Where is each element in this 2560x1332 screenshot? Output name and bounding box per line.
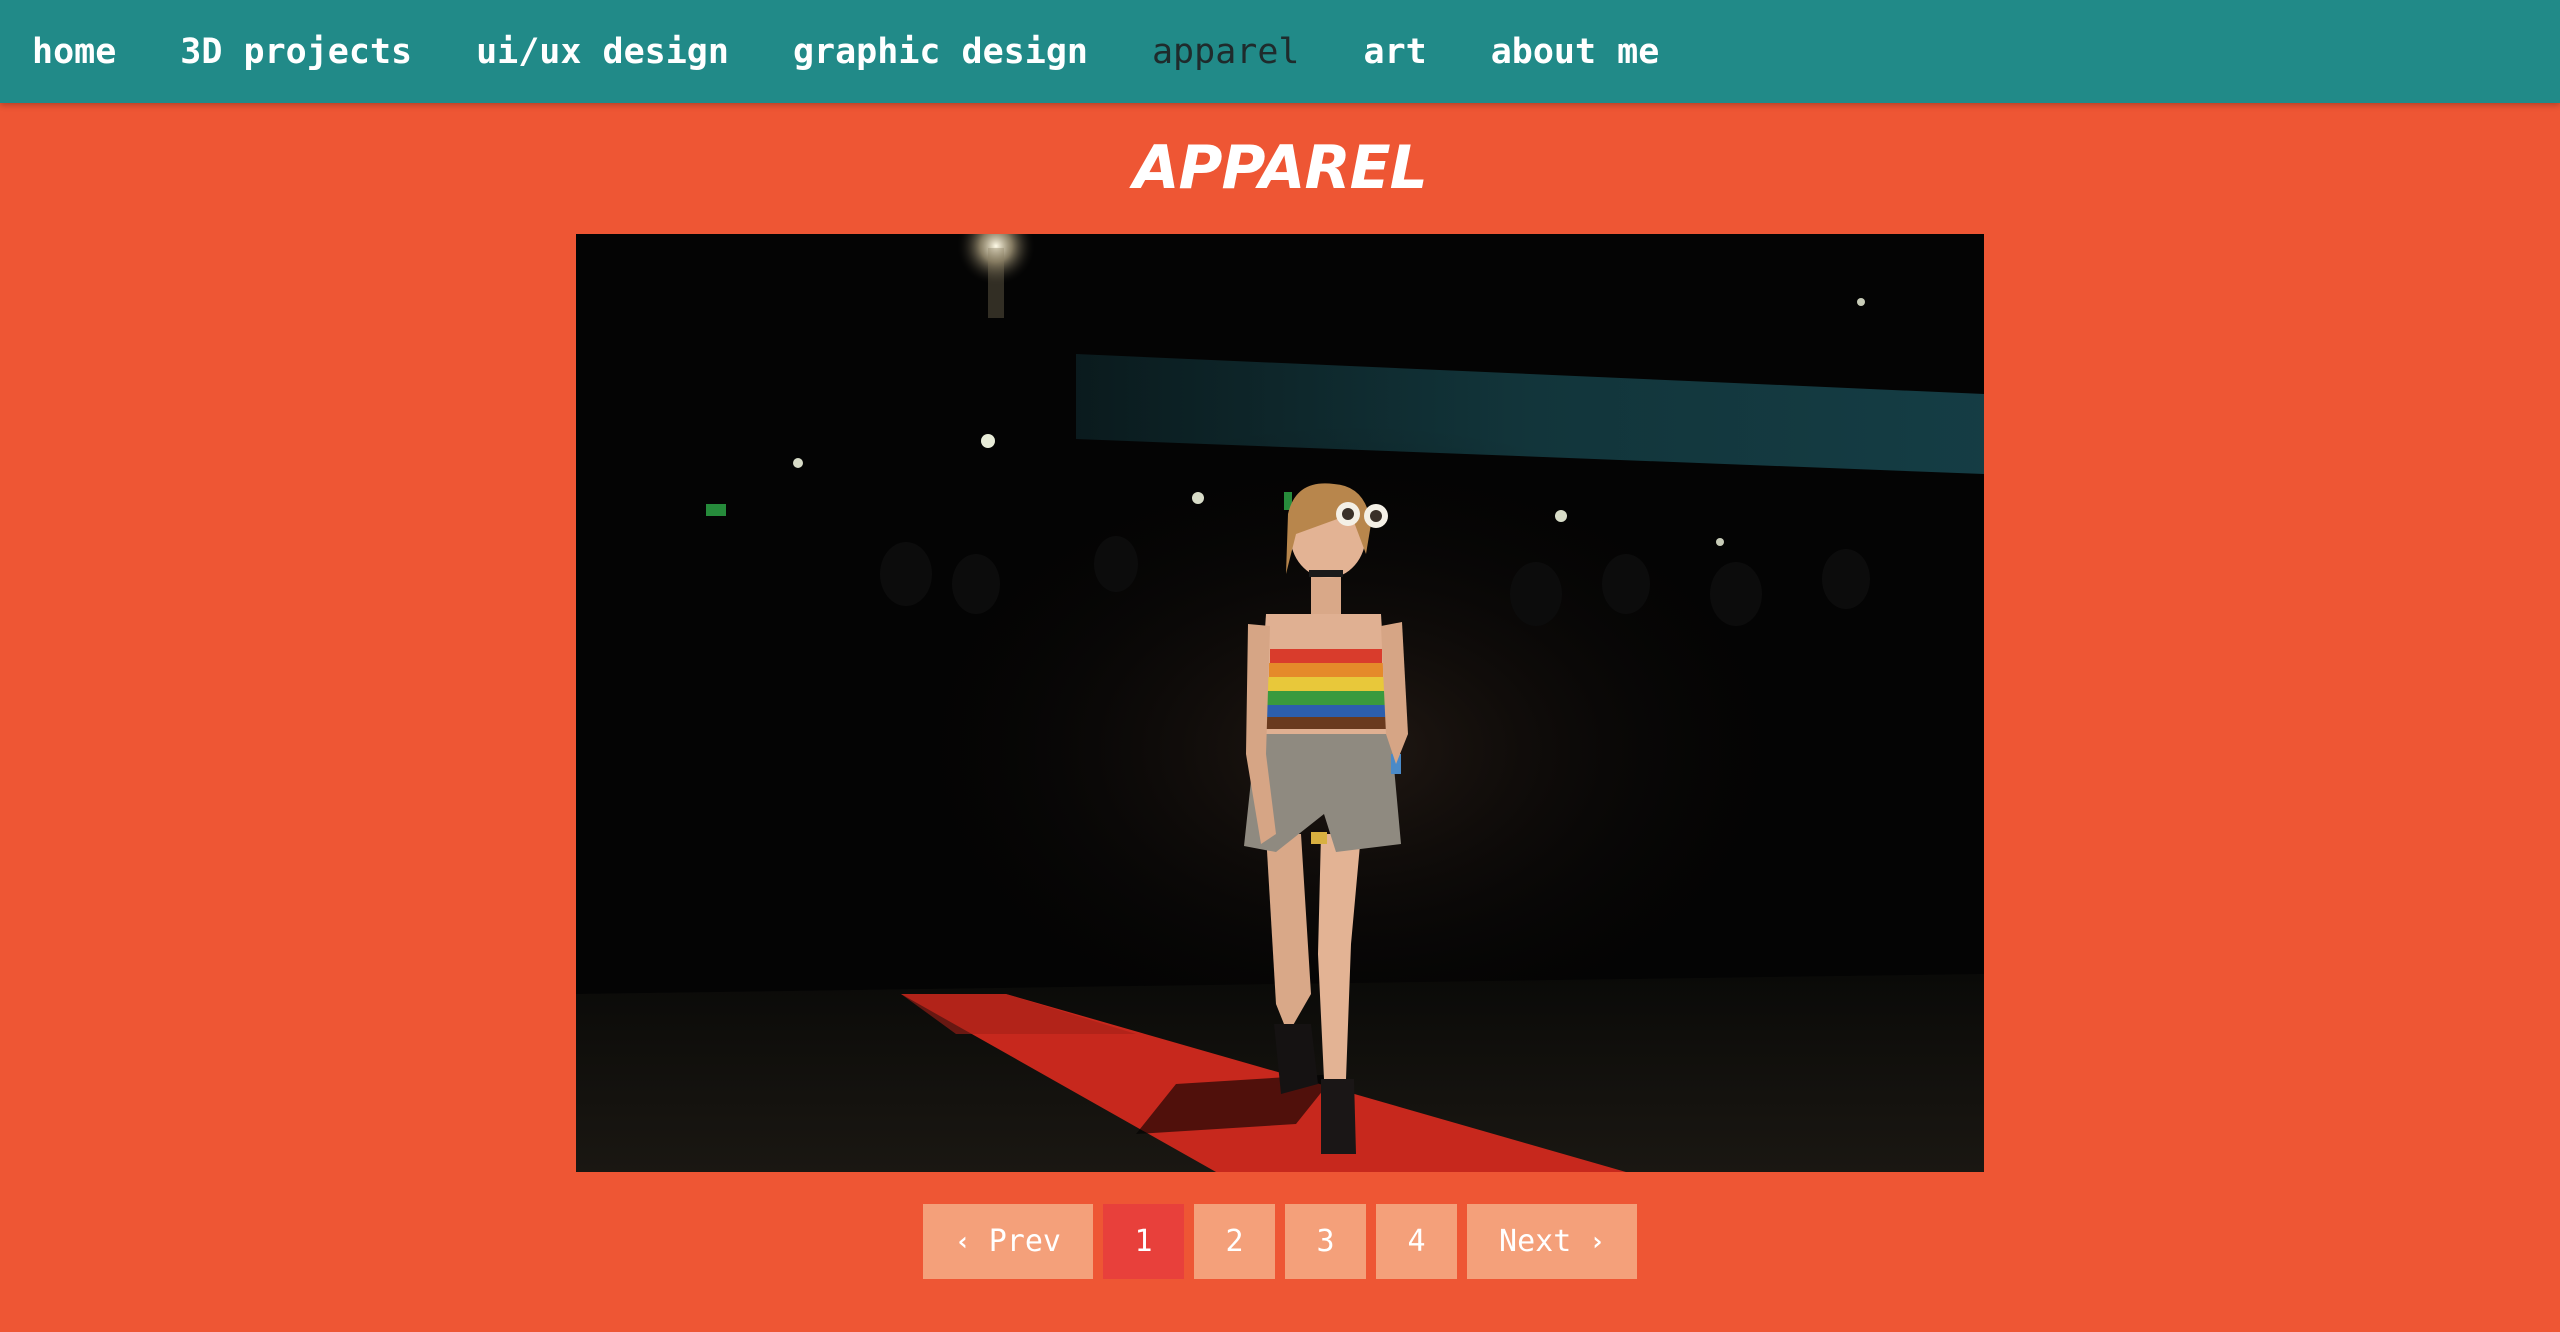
prev-label: Prev bbox=[988, 1224, 1061, 1259]
runway-photo-illustration bbox=[576, 234, 1984, 1172]
chevron-right-icon: › bbox=[1589, 1226, 1605, 1257]
nav-item-3d-projects[interactable]: 3D projects bbox=[180, 32, 412, 72]
nav-list: home 3D projects ui/ux design graphic de… bbox=[0, 0, 1723, 103]
nav-item-graphic-design[interactable]: graphic design bbox=[793, 32, 1088, 72]
page-button-3[interactable]: 3 bbox=[1285, 1204, 1366, 1279]
nav-item-ui-ux-design[interactable]: ui/ux design bbox=[476, 32, 729, 72]
nav-item-art[interactable]: art bbox=[1364, 32, 1427, 72]
nav-item-home[interactable]: home bbox=[32, 32, 116, 72]
runway-photo[interactable] bbox=[576, 234, 1984, 1172]
chevron-left-icon: ‹ bbox=[955, 1226, 971, 1257]
next-label: Next bbox=[1499, 1224, 1572, 1259]
nav-item-about-me[interactable]: about me bbox=[1491, 32, 1660, 72]
page-button-2[interactable]: 2 bbox=[1194, 1204, 1275, 1279]
page-button-1[interactable]: 1 bbox=[1103, 1204, 1184, 1279]
prev-page-button[interactable]: ‹ Prev bbox=[923, 1204, 1093, 1279]
page-button-4[interactable]: 4 bbox=[1376, 1204, 1457, 1279]
page-title: APPAREL bbox=[1133, 133, 1428, 203]
top-navbar: home 3D projects ui/ux design graphic de… bbox=[0, 0, 2560, 103]
pagination: ‹ Prev 1 2 3 4 Next › bbox=[0, 1204, 2560, 1279]
nav-item-apparel[interactable]: apparel bbox=[1152, 32, 1300, 72]
next-page-button[interactable]: Next › bbox=[1467, 1204, 1637, 1279]
